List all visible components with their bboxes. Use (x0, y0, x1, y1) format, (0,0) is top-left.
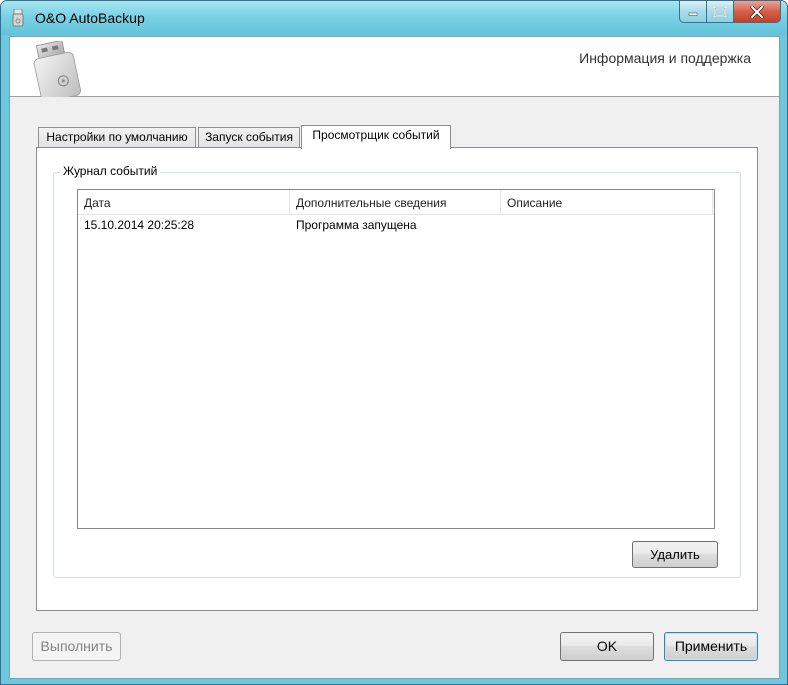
column-header-date[interactable]: Дата (78, 190, 290, 214)
cell-description (501, 216, 713, 234)
list-item[interactable]: 15.10.2014 20:25:28 Программа запущена (78, 216, 714, 234)
group-title: Журнал событий (60, 164, 161, 178)
delete-button[interactable]: Удалить (632, 541, 718, 568)
event-log-group: Журнал событий Дата Дополнительные сведе… (53, 164, 741, 578)
tab-event-trigger[interactable]: Запуск события (198, 127, 300, 147)
tab-event-viewer[interactable]: Просмотрщик событий (301, 125, 451, 149)
header-band: Информация и поддержка (10, 37, 779, 97)
minimize-icon (688, 12, 698, 16)
column-header-description[interactable]: Описание (501, 190, 713, 214)
tab-panel-event-viewer: Журнал событий Дата Дополнительные сведе… (36, 147, 758, 611)
app-window: O&O AutoBackup Информация и поддержка На… (0, 0, 788, 685)
column-header-details[interactable]: Дополнительные сведения (290, 190, 501, 214)
maximize-icon (714, 6, 726, 17)
tab-label: Запуск события (205, 130, 293, 144)
tab-label: Просмотрщик событий (312, 128, 440, 142)
close-icon (750, 5, 764, 18)
tab-default-settings[interactable]: Настройки по умолчанию (38, 127, 196, 147)
header-title: Информация и поддержка (579, 50, 751, 66)
close-button[interactable] (734, 1, 781, 23)
window-controls (679, 1, 781, 23)
title-bar[interactable]: O&O AutoBackup (1, 1, 787, 35)
usb-drive-icon (33, 41, 81, 97)
maximize-button[interactable] (707, 1, 734, 23)
apply-button[interactable]: Применить (664, 632, 758, 661)
ok-button[interactable]: OK (560, 632, 654, 661)
minimize-button[interactable] (679, 1, 707, 23)
usb-stick-icon (12, 9, 24, 27)
list-header: Дата Дополнительные сведения Описание (78, 190, 714, 215)
cell-date: 15.10.2014 20:25:28 (84, 218, 195, 232)
cell-details: Программа запущена (296, 218, 417, 232)
tab-label: Настройки по умолчанию (46, 130, 188, 144)
execute-button[interactable]: Выполнить (32, 632, 121, 661)
window-title: O&O AutoBackup (35, 10, 145, 26)
event-log-list[interactable]: Дата Дополнительные сведения Описание 15… (77, 189, 715, 529)
dialog-client-area: Информация и поддержка Настройки по умол… (9, 36, 780, 679)
